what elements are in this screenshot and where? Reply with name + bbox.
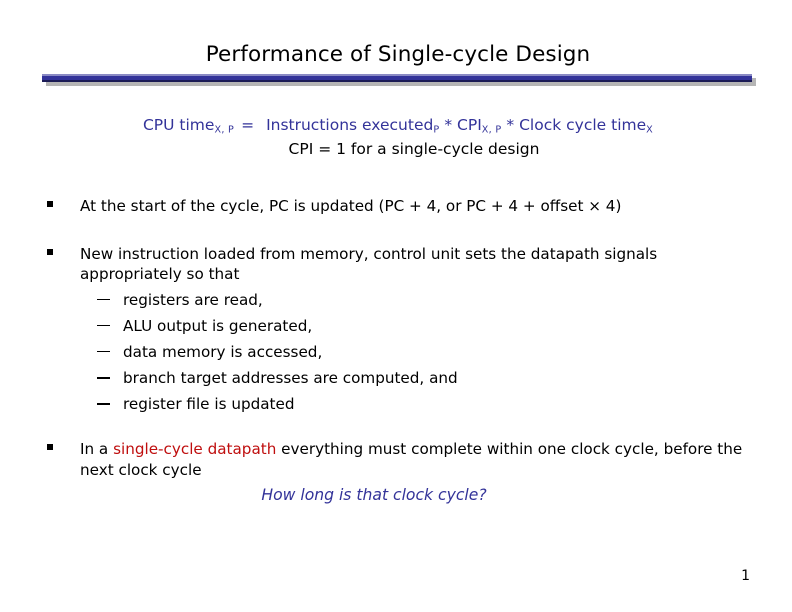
formula-term1-subscript: P — [433, 124, 440, 136]
slide-body: At the start of the cycle, PC is updated… — [42, 196, 754, 504]
bullet-text-highlight: single-cycle datapath — [113, 440, 277, 459]
square-bullet-icon — [47, 443, 53, 450]
bullet-text: New instruction loaded from memory, cont… — [80, 245, 658, 284]
bullet-item-instruction-load: New instruction loaded from memory, cont… — [42, 244, 754, 417]
formula-lhs-subscript: X, P — [214, 124, 235, 136]
bullet-text-before: In a — [80, 440, 114, 459]
sub-bullet-text: register file is updated — [123, 395, 295, 414]
sub-bullet-list: registers are read, ALU output is genera… — [80, 287, 754, 418]
sub-bullet-text: registers are read, — [123, 290, 263, 309]
formula-lhs-main: CPU time — [142, 116, 215, 134]
formula-term3-main: Clock cycle time — [519, 116, 647, 134]
formula-line-primary: CPU timeX, P = Instructions executedP * C… — [42, 114, 754, 138]
formula-term2-main: CPI — [457, 116, 482, 134]
em-dash-icon — [97, 324, 110, 327]
em-dash-icon — [97, 298, 110, 301]
sub-bullet-item: ALU output is generated, — [80, 313, 754, 339]
sub-bullet-text: branch target addresses are computed, an… — [123, 369, 458, 388]
sub-bullet-item: branch target addresses are computed, an… — [80, 365, 754, 391]
title-divider-bar — [42, 74, 752, 82]
sub-bullet-item: registers are read, — [80, 287, 754, 313]
bullet-item-single-cycle-timing: In a single-cycle datapath everything mu… — [42, 439, 754, 479]
formula-equals: = — [241, 116, 255, 134]
formula-op1: * — [444, 116, 453, 134]
formula-term1-main: Instructions executed — [266, 116, 434, 134]
page-number: 1 — [741, 568, 750, 584]
em-dash-icon — [97, 350, 110, 353]
em-dash-icon — [97, 403, 110, 405]
page-title: Performance of Single-cycle Design — [205, 42, 591, 67]
title-divider — [42, 74, 756, 86]
formula-line-note: CPI = 1 for a single-cycle design — [288, 139, 540, 158]
sub-bullet-item: register file is updated — [80, 391, 754, 417]
sub-bullet-text: ALU output is generated, — [123, 316, 313, 335]
square-bullet-icon — [47, 248, 53, 255]
bullet-text: At the start of the cycle, PC is updated… — [80, 197, 622, 215]
bullet-item-pc-update: At the start of the cycle, PC is updated… — [42, 196, 754, 216]
formula-op2: * — [506, 116, 515, 134]
sub-bullet-item: data memory is accessed, — [80, 339, 754, 365]
formula-term2-subscript: X, P — [481, 124, 502, 136]
closing-question: How long is that clock cycle? — [261, 485, 487, 504]
em-dash-icon — [97, 376, 110, 379]
square-bullet-icon — [47, 200, 53, 207]
formula-term3-subscript: X — [646, 124, 654, 136]
slide: Performance of Single-cycle Design CPU t… — [0, 0, 792, 612]
sub-bullet-text: data memory is accessed, — [123, 342, 323, 361]
formula-block: CPU timeX, P = Instructions executedP * C… — [42, 114, 754, 161]
